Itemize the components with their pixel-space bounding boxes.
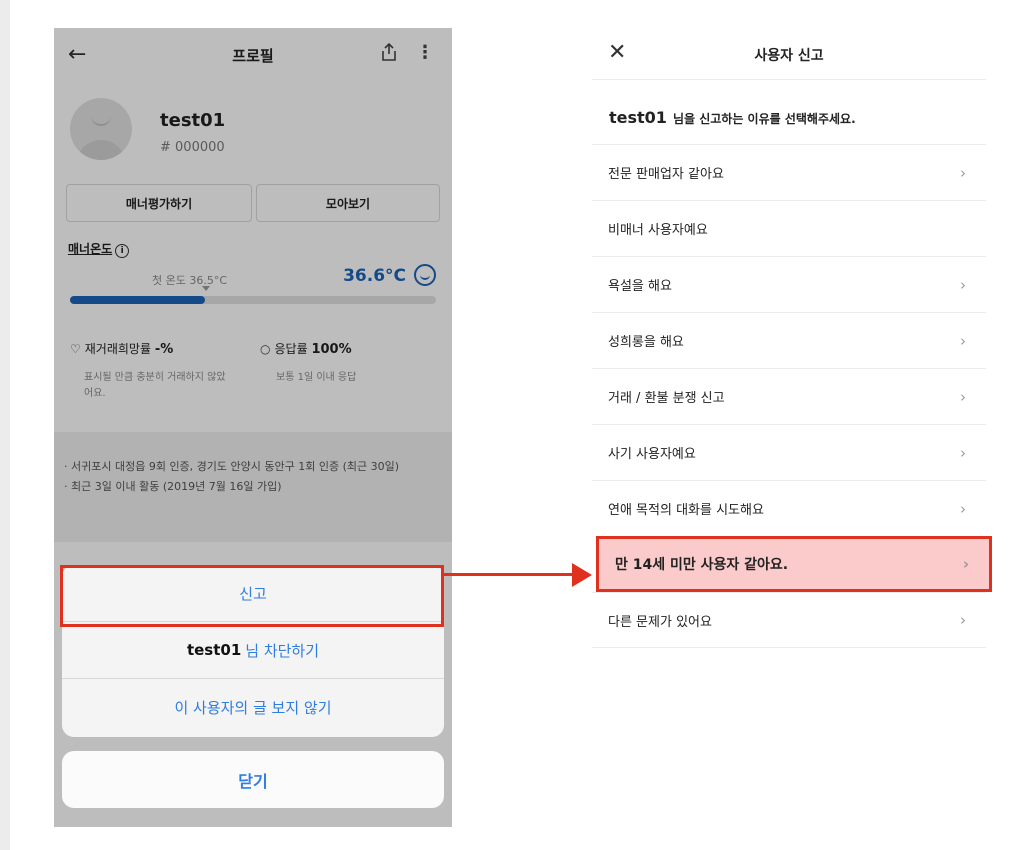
report-reason-label: 다른 문제가 있어요: [608, 614, 712, 630]
report-reason-label: 욕설을 해요: [608, 279, 672, 294]
chevron-right-icon: ›: [960, 443, 966, 462]
chevron-right-icon: ›: [960, 275, 966, 294]
report-reason-item[interactable]: 욕설을 해요 ›: [592, 256, 986, 312]
profile-screen: ← 프로필 ⋮ test01 # 000000 매너평가하기 모아보기 매너온도…: [54, 28, 452, 827]
report-reason-item[interactable]: 연애 목적의 대화를 시도해요 ›: [592, 480, 986, 536]
block-user-button[interactable]: test01 님 차단하기: [62, 622, 444, 679]
hide-posts-button[interactable]: 이 사용자의 글 보지 않기: [62, 679, 444, 736]
report-prompt: test01 님을 신고하는 이유를 선택해주세요.: [609, 108, 856, 127]
report-reason-label: 연애 목적의 대화를 시도해요: [608, 503, 764, 518]
report-reason-label: 비매너 사용자예요: [608, 223, 708, 238]
flow-arrow-head-icon: [572, 563, 592, 587]
report-reason-item[interactable]: 비매너 사용자예요: [592, 200, 986, 256]
report-reason-label: 사기 사용자예요: [608, 447, 696, 462]
report-reason-item[interactable]: 사기 사용자예요 ›: [592, 424, 986, 480]
report-reason-item[interactable]: 다른 문제가 있어요 ›: [592, 592, 986, 648]
flow-arrow-line: [444, 573, 574, 576]
report-reason-item[interactable]: 성희롱을 해요 ›: [592, 312, 986, 368]
report-reason-list: 전문 판매업자 같아요 › 비매너 사용자예요 욕설을 해요 › 성희롱을 해요 › 거래 /…: [592, 144, 992, 648]
report-reason-label: 거래 / 환불 분쟁 신고: [608, 391, 725, 406]
report-user-screen: ✕ 사용자 신고 test01 님을 신고하는 이유를 선택해주세요. 전문 판매…: [592, 28, 992, 668]
report-reason-label: 전문 판매업자 같아요: [608, 167, 724, 182]
chevron-right-icon: ›: [960, 611, 966, 629]
report-reason-item[interactable]: 전문 판매업자 같아요 ›: [592, 144, 986, 200]
report-reason-label: 만 14세 미만 사용자 같아요.: [615, 557, 789, 573]
report-topbar: ✕ 사용자 신고: [592, 28, 986, 80]
chevron-right-icon: ›: [960, 387, 966, 406]
chevron-right-icon: ›: [962, 555, 969, 573]
chevron-right-icon: ›: [960, 163, 966, 182]
close-button[interactable]: 닫기: [62, 751, 444, 808]
report-highlight-box: [60, 565, 444, 627]
page-title: 사용자 신고: [754, 48, 824, 64]
report-reason-label: 성희롱을 해요: [608, 335, 684, 350]
report-reason-item[interactable]: 거래 / 환불 분쟁 신고 ›: [592, 368, 986, 424]
report-reason-item[interactable]: 만 14세 미만 사용자 같아요. ›: [596, 536, 992, 592]
chevron-right-icon: ›: [960, 331, 966, 350]
chevron-right-icon: ›: [960, 499, 966, 518]
